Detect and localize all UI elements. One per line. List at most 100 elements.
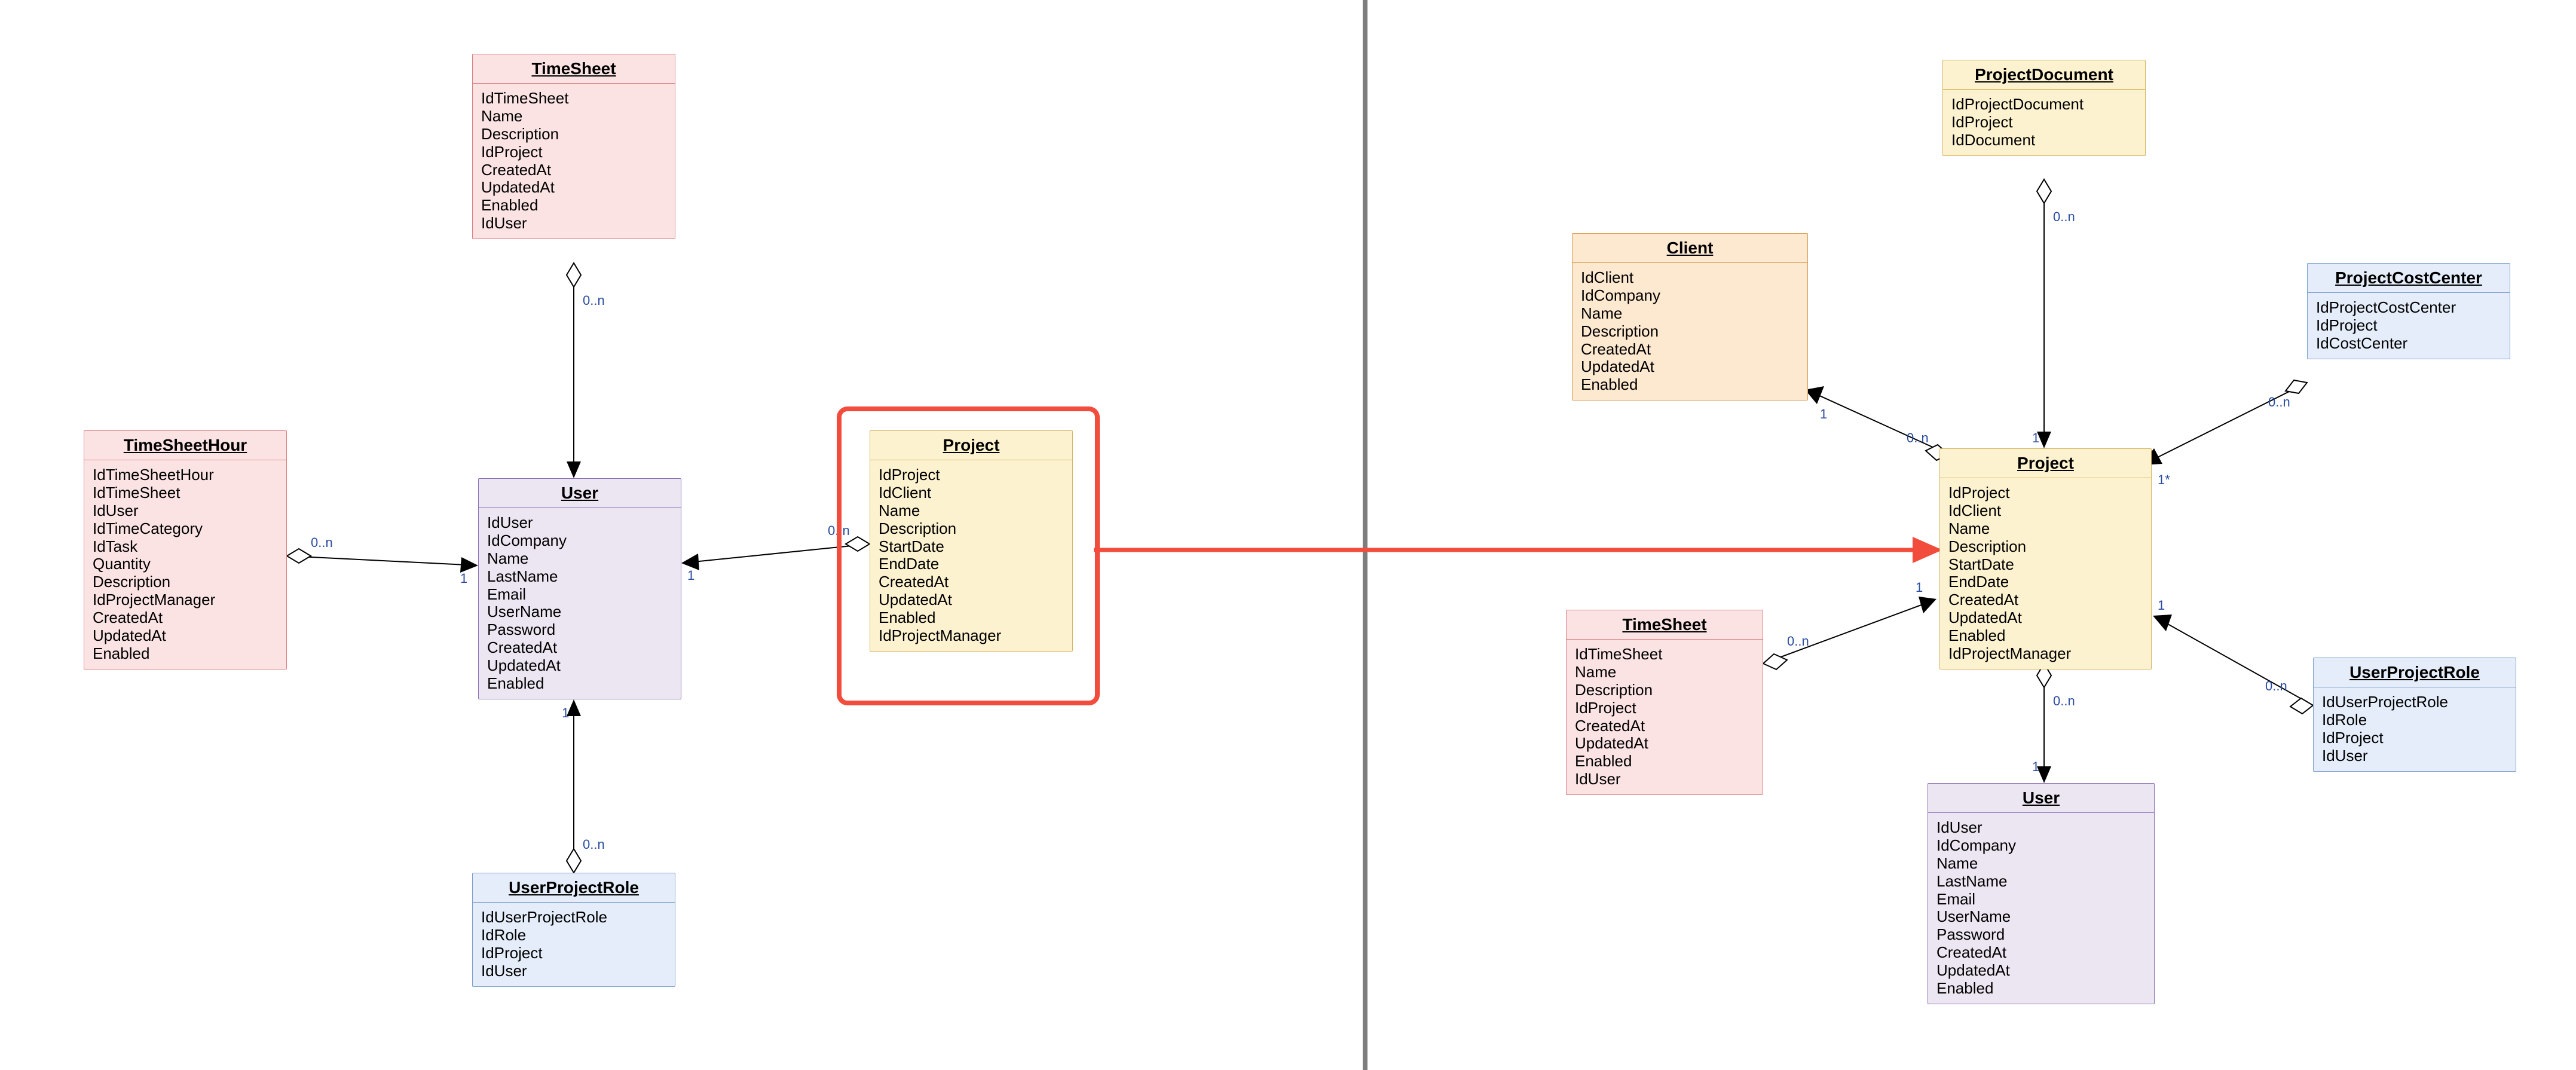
entity-right-projectcostcenter: ProjectCostCenter IdProjectCostCenterIdP… [2307,263,2510,359]
entity-attr: IdDocument [1951,132,2137,149]
entity-attr: IdTask [93,538,278,556]
entity-attrs: IdUserIdCompanyNameLastNameEmailUserName… [479,508,681,699]
entity-attr: IdCompany [1581,287,1799,305]
panel-divider [1363,0,1367,1070]
entity-left-project: Project IdProjectIdClientNameDescription… [870,430,1073,652]
entity-attr: UpdatedAt [1936,962,2146,980]
entity-attrs: IdUserProjectRoleIdRoleIdProjectIdUser [473,903,675,986]
entity-attr: EndDate [1948,573,2143,591]
entity-attr: LastName [487,568,672,586]
entity-attr: UserName [1936,908,2146,926]
card-left-tsh-one: 1 [460,571,467,586]
card-left-upr-many: 0..n [583,837,605,852]
card-r-pcc-many: 0..n [2268,395,2290,410]
entity-attr: IdProjectDocument [1951,96,2137,114]
entity-title: Project [870,431,1072,460]
card-r-user-one: 1 [2032,759,2039,775]
card-r-pd-many: 0..n [2053,209,2075,225]
entity-attr: Email [1936,891,2146,909]
entity-title: TimeSheetHour [84,431,286,460]
entity-attr: Quantity [93,555,278,573]
entity-right-user: User IdUserIdCompanyNameLastNameEmailUse… [1928,783,2155,1004]
entity-attr: Name [481,108,666,126]
entity-attr: UpdatedAt [93,627,278,645]
entity-right-client: Client IdClientIdCompanyNameDescriptionC… [1572,233,1808,401]
entity-attrs: IdTimeSheetHourIdTimeSheetIdUserIdTimeCa… [84,460,286,669]
entity-attr: IdTimeCategory [93,520,278,538]
entity-attr: IdProjectManager [1948,645,2143,663]
entity-attrs: IdProjectCostCenterIdProjectIdCostCenter [2308,293,2510,359]
entity-attrs: IdUserProjectRoleIdRoleIdProjectIdUser [2314,687,2516,771]
entity-attr: IdTimeSheet [481,90,666,108]
entity-attr: IdProject [1948,484,2143,502]
entity-right-userprojectrole: UserProjectRole IdUserProjectRoleIdRoleI… [2313,658,2516,772]
entity-attr: IdUser [1936,819,2146,837]
entity-attr: IdClient [1581,269,1799,287]
entity-attr: IdCompany [1936,837,2146,855]
entity-attrs: IdProjectIdClientNameDescriptionStartDat… [1940,478,2151,669]
entity-attr: IdTimeSheet [93,484,278,502]
card-r-upr-many: 0..n [2265,678,2287,694]
entity-title: User [1928,784,2154,813]
entity-attr: IdUser [487,514,672,532]
entity-attr: CreatedAt [1575,717,1754,735]
entity-attr: IdRole [481,927,666,944]
entity-attr: CreatedAt [1581,341,1799,359]
entity-attr: IdProject [1575,699,1754,717]
card-left-ts-many: 0..n [583,293,605,308]
card-r-ts-one: 1 [1916,580,1923,595]
card-r-client-one: 1 [1820,406,1827,422]
entity-attr: IdUser [2322,747,2507,765]
entity-attr: StartDate [1948,556,2143,574]
entity-attr: IdClient [1948,502,2143,520]
entity-attr: UpdatedAt [1948,609,2143,627]
entity-title: TimeSheet [473,54,675,84]
entity-right-timesheet: TimeSheet IdTimeSheetNameDescriptionIdPr… [1566,610,1763,795]
entity-attr: UpdatedAt [487,657,672,675]
entity-attr: Enabled [1581,376,1799,394]
entity-attrs: IdProjectDocumentIdProjectIdDocument [1943,90,2145,155]
entity-attr: UpdatedAt [1581,358,1799,376]
entity-attr: IdProject [2316,317,2501,335]
entity-right-project: Project IdProjectIdClientNameDescription… [1939,448,2152,669]
entity-attr: IdUser [1575,771,1754,788]
entity-attr: IdProject [2322,729,2507,747]
entity-attr: Enabled [1948,627,2143,645]
entity-attrs: IdProjectIdClientNameDescriptionStartDat… [870,460,1072,651]
entity-attrs: IdUserIdCompanyNameLastNameEmailUserName… [1928,813,2154,1004]
entity-attr: IdTimeSheetHour [93,466,278,484]
entity-attr: Enabled [1936,980,2146,998]
entity-attr: IdUser [481,215,666,233]
card-left-tsh-many: 0..n [311,535,333,551]
card-r-pd-one: 1 [2032,430,2039,446]
entity-attr: UpdatedAt [481,179,666,197]
entity-attr: UpdatedAt [879,591,1064,609]
entity-attr: UserName [487,603,672,621]
entity-attr: StartDate [879,538,1064,556]
entity-left-user: User IdUserIdCompanyNameLastNameEmailUse… [478,478,681,699]
entity-attr: IdRole [2322,711,2507,729]
entity-attr: Description [1948,538,2143,556]
entity-attr: Name [487,550,672,568]
entity-attrs: IdClientIdCompanyNameDescriptionCreatedA… [1572,263,1807,400]
connector-layer [0,0,2576,1070]
entity-attr: IdUserProjectRole [481,909,666,927]
entity-attr: IdUserProjectRole [2322,693,2507,711]
entity-attr: Description [1581,323,1799,341]
entity-attr: CreatedAt [487,639,672,657]
entity-attr: IdUser [481,962,666,980]
entity-left-timesheet: TimeSheet IdTimeSheetNameDescriptionIdPr… [472,54,675,239]
entity-attr: Enabled [1575,753,1754,771]
entity-right-projectdocument: ProjectDocument IdProjectDocumentIdProje… [1942,60,2146,156]
entity-left-userprojectrole: UserProjectRole IdUserProjectRoleIdRoleI… [472,873,675,987]
entity-attr: Description [481,126,666,143]
entity-title: Client [1572,234,1807,263]
entity-attr: IdProject [481,143,666,161]
entity-title: ProjectDocument [1943,60,2145,90]
card-r-upr-one: 1 [2158,598,2165,613]
entity-title: ProjectCostCenter [2308,264,2510,293]
entity-attr: IdProject [481,944,666,962]
entity-title: UserProjectRole [2314,658,2516,687]
entity-attr: EndDate [879,555,1064,573]
entity-title: UserProjectRole [473,873,675,903]
